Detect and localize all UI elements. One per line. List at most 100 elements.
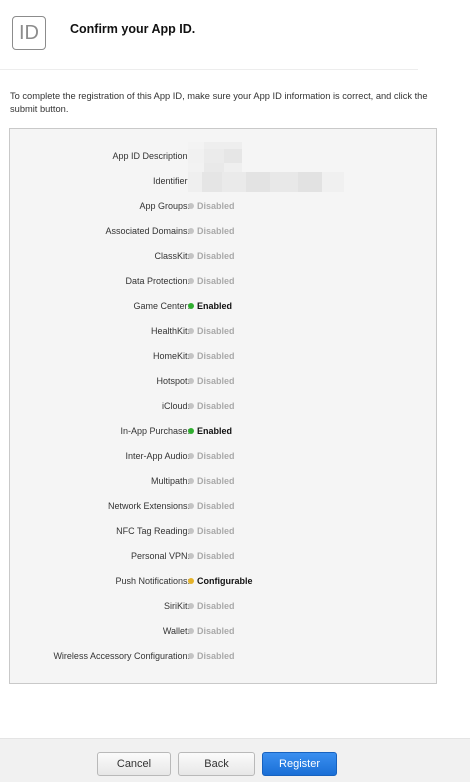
capability-status: Configurable <box>188 574 253 588</box>
capability-status-text: Configurable <box>197 576 253 586</box>
app-id-summary-panel: App ID Description: Identifier: App Grou… <box>9 128 437 684</box>
capability-status-text: Enabled <box>197 426 233 436</box>
capability-status-text: Disabled <box>197 626 235 636</box>
capability-status-text: Disabled <box>197 651 235 661</box>
register-button[interactable]: Register <box>262 752 337 776</box>
redacted-block <box>188 142 242 149</box>
capability-label: In-App Purchase: <box>120 426 190 436</box>
capability-label: ClassKit: <box>154 251 190 261</box>
capability-row: App Groups: Disabled <box>10 199 438 213</box>
status-dot-icon <box>188 403 194 409</box>
app-id-icon: ID <box>12 16 46 50</box>
capability-row: Wireless Accessory Configuration: Disable… <box>10 649 438 663</box>
capability-row: iCloud: Disabled <box>10 399 438 413</box>
capability-status: Disabled <box>188 549 235 563</box>
capability-label: NFC Tag Reading: <box>116 526 190 536</box>
capability-row: Push Notifications: Configurable <box>10 574 438 588</box>
capability-status-text: Disabled <box>197 601 235 611</box>
capability-status-text: Disabled <box>197 451 235 461</box>
capability-label: Data Protection: <box>125 276 190 286</box>
capability-row: Network Extensions: Disabled <box>10 499 438 513</box>
capability-status-text: Disabled <box>197 251 235 261</box>
back-button[interactable]: Back <box>178 752 255 776</box>
capability-status-text: Disabled <box>197 476 235 486</box>
status-dot-icon <box>188 228 194 234</box>
status-dot-icon <box>188 328 194 334</box>
capability-row: NFC Tag Reading: Disabled <box>10 524 438 538</box>
capability-row: In-App Purchase: Enabled <box>10 424 438 438</box>
capability-status: Disabled <box>188 499 235 513</box>
capability-label: Wireless Accessory Configuration: <box>53 651 190 661</box>
capability-status-text: Disabled <box>197 351 235 361</box>
redacted-block <box>188 172 344 192</box>
capability-status-text: Disabled <box>197 326 235 336</box>
capability-status: Disabled <box>188 224 235 238</box>
capability-label: HealthKit: <box>150 326 190 336</box>
capability-label: SiriKit: <box>163 601 190 611</box>
status-dot-icon <box>188 578 194 584</box>
status-dot-icon <box>188 303 194 309</box>
capability-status-text: Disabled <box>197 201 235 211</box>
capability-row: Game Center: Enabled <box>10 299 438 313</box>
capability-row: SiriKit: Disabled <box>10 599 438 613</box>
capability-label: Personal VPN: <box>130 551 190 561</box>
status-dot-icon <box>188 378 194 384</box>
capability-status: Disabled <box>188 624 235 638</box>
status-dot-icon <box>188 203 194 209</box>
capability-label: Inter-App Audio: <box>125 451 190 461</box>
capability-status: Disabled <box>188 599 235 613</box>
status-dot-icon <box>188 628 194 634</box>
capability-status: Disabled <box>188 399 235 413</box>
capability-status: Disabled <box>188 649 235 663</box>
status-dot-icon <box>188 353 194 359</box>
capability-status-text: Disabled <box>197 376 235 386</box>
capability-label: App Groups: <box>139 201 190 211</box>
status-dot-icon <box>188 503 194 509</box>
footer-bar: Cancel Back Register <box>0 738 470 782</box>
intro-text: To complete the registration of this App… <box>10 91 428 114</box>
capability-status-text: Disabled <box>197 551 235 561</box>
capability-label: iCloud: <box>161 401 190 411</box>
identifier-label: Identifier: <box>152 176 190 186</box>
identifier-row: Identifier: <box>10 172 438 192</box>
capability-label: HomeKit: <box>152 351 190 361</box>
capability-row: Personal VPN: Disabled <box>10 549 438 563</box>
capability-label: Wallet: <box>162 626 190 636</box>
capability-row: Wallet: Disabled <box>10 624 438 638</box>
status-dot-icon <box>188 653 194 659</box>
capability-status: Disabled <box>188 324 235 338</box>
status-dot-icon <box>188 253 194 259</box>
capability-row: Multipath: Disabled <box>10 474 438 488</box>
status-dot-icon <box>188 478 194 484</box>
capability-status-text: Disabled <box>197 401 235 411</box>
capability-status-text: Disabled <box>197 526 235 536</box>
page-title: Confirm your App ID. <box>70 22 196 36</box>
capability-row: Associated Domains: Disabled <box>10 224 438 238</box>
capability-row: Data Protection: Disabled <box>10 274 438 288</box>
redacted-block <box>188 149 242 163</box>
capability-label: Associated Domains: <box>105 226 190 236</box>
capability-label: Multipath: <box>150 476 190 486</box>
header-divider <box>0 69 418 70</box>
capability-status: Disabled <box>188 249 235 263</box>
capability-label: Game Center: <box>133 301 190 311</box>
page-header: ID Confirm your App ID. <box>0 0 470 70</box>
capability-row: HealthKit: Disabled <box>10 324 438 338</box>
capability-label: Push Notifications: <box>115 576 190 586</box>
capability-row: HomeKit: Disabled <box>10 349 438 363</box>
capability-label: Network Extensions: <box>107 501 190 511</box>
capability-row: Hotspot: Disabled <box>10 374 438 388</box>
capability-status: Disabled <box>188 274 235 288</box>
capability-status-text: Enabled <box>197 301 233 311</box>
capability-status: Disabled <box>188 199 235 213</box>
capability-status: Enabled <box>188 299 232 313</box>
capability-status: Disabled <box>188 349 235 363</box>
redacted-block <box>188 163 242 172</box>
cancel-button[interactable]: Cancel <box>97 752 171 776</box>
capability-label: Hotspot: <box>156 376 190 386</box>
capability-status: Enabled <box>188 424 232 438</box>
capability-status: Disabled <box>188 449 235 463</box>
capability-status: Disabled <box>188 474 235 488</box>
capability-status-text: Disabled <box>197 501 235 511</box>
status-dot-icon <box>188 528 194 534</box>
